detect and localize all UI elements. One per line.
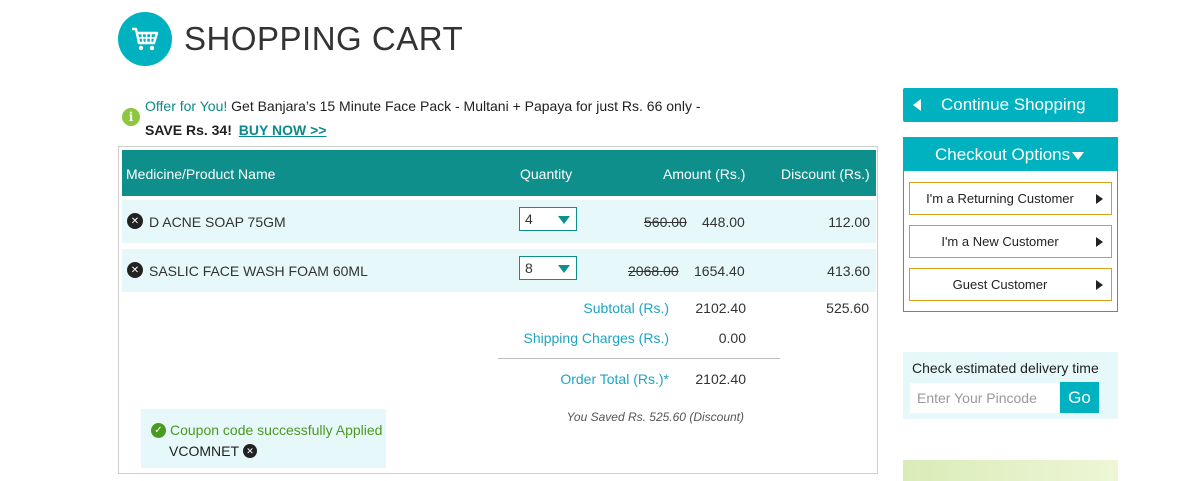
- table-header: Medicine/Product Name Quantity Amount (R…: [122, 150, 876, 196]
- new-customer-button[interactable]: I'm a New Customer: [909, 225, 1112, 258]
- coupon-status: ✓ Coupon code successfully Applied: [151, 422, 382, 438]
- chevron-down-icon: [558, 265, 570, 273]
- continue-shopping-label: Continue Shopping: [941, 95, 1086, 114]
- checkout-options-header[interactable]: Checkout Options: [904, 138, 1117, 171]
- coupon-code-text: VCOMNET: [169, 443, 239, 459]
- page-header: SHOPPING CART: [118, 12, 463, 66]
- remove-item-icon[interactable]: ✕: [127, 213, 143, 229]
- play-arrow-icon: [1096, 194, 1103, 204]
- promo-banner[interactable]: [903, 460, 1118, 481]
- quantity-select[interactable]: 8: [519, 256, 577, 280]
- item-discount: 112.00: [828, 214, 870, 230]
- savings-text: You Saved Rs. 525.60 (Discount): [566, 410, 744, 424]
- header-amount: Amount (Rs.): [663, 166, 746, 182]
- remove-item-icon[interactable]: ✕: [127, 262, 143, 278]
- delivery-title: Check estimated delivery time: [912, 360, 1099, 376]
- discounted-price: 448.00: [702, 214, 745, 230]
- option-label: I'm a Returning Customer: [926, 191, 1074, 206]
- chevron-down-icon: [1072, 152, 1084, 160]
- chevron-left-icon: [913, 99, 921, 111]
- continue-shopping-button[interactable]: Continue Shopping: [903, 88, 1118, 122]
- discounted-price: 1654.40: [694, 263, 745, 279]
- subtotal-value: 2102.40: [695, 300, 746, 316]
- checkout-options: Checkout Options I'm a Returning Custome…: [903, 137, 1118, 312]
- guest-customer-button[interactable]: Guest Customer: [909, 268, 1112, 301]
- header-discount: Discount (Rs.): [781, 166, 870, 182]
- offer-banner: i Offer for You! Get Banjara’s 15 Minute…: [122, 94, 822, 142]
- offer-text: Offer for You! Get Banjara’s 15 Minute F…: [145, 94, 701, 142]
- subtotal-label: Subtotal (Rs.): [583, 300, 669, 316]
- check-icon: ✓: [151, 422, 166, 438]
- quantity-value: 4: [525, 211, 533, 227]
- go-button[interactable]: Go: [1060, 382, 1099, 413]
- delivery-check: Check estimated delivery time Go: [903, 352, 1118, 419]
- option-label: I'm a New Customer: [941, 234, 1059, 249]
- quantity-select[interactable]: 4: [519, 207, 577, 231]
- chevron-down-icon: [558, 216, 570, 224]
- pincode-input[interactable]: [910, 383, 1059, 413]
- original-price: 560.00: [644, 214, 687, 230]
- order-total-value: 2102.40: [695, 371, 746, 387]
- cart-table: Medicine/Product Name Quantity Amount (R…: [118, 146, 878, 474]
- header-quantity: Quantity: [520, 166, 573, 182]
- original-price: 2068.00: [628, 263, 679, 279]
- product-name: SASLIC FACE WASH FOAM 60ML: [149, 263, 368, 279]
- page-title: SHOPPING CART: [184, 20, 464, 57]
- shipping-value: 0.00: [718, 330, 746, 346]
- play-arrow-icon: [1096, 237, 1103, 247]
- option-label: Guest Customer: [952, 277, 1048, 292]
- product-name: D ACNE SOAP 75GM: [149, 214, 286, 230]
- coupon-box: ✓ Coupon code successfully Applied VCOMN…: [141, 409, 386, 468]
- shopping-cart-icon: [118, 12, 172, 66]
- offer-save: SAVE Rs. 34!: [145, 122, 232, 138]
- shipping-label: Shipping Charges (Rs.): [523, 330, 669, 346]
- summary-divider: [498, 358, 780, 359]
- coupon-status-text: Coupon code successfully Applied: [170, 422, 383, 438]
- quantity-value: 8: [525, 260, 533, 276]
- remove-coupon-icon[interactable]: ✕: [243, 444, 257, 458]
- item-discount: 413.60: [827, 263, 870, 279]
- subtotal-discount: 525.60: [826, 300, 869, 316]
- info-icon: i: [122, 108, 140, 126]
- offer-description: Get Banjara’s 15 Minute Face Pack - Mult…: [227, 98, 701, 114]
- coupon-code: VCOMNET ✕: [169, 443, 257, 459]
- table-row: ✕ D ACNE SOAP 75GM 4 560.00 448.00 112.0…: [122, 200, 876, 243]
- buy-now-link[interactable]: BUY NOW >>: [239, 122, 327, 138]
- header-product: Medicine/Product Name: [126, 166, 276, 182]
- play-arrow-icon: [1096, 280, 1103, 290]
- offer-highlight: Offer for You!: [145, 98, 228, 114]
- returning-customer-button[interactable]: I'm a Returning Customer: [909, 182, 1112, 215]
- checkout-options-title: Checkout Options: [935, 145, 1071, 164]
- order-total-label: Order Total (Rs.)*: [560, 371, 669, 387]
- table-row: ✕ SASLIC FACE WASH FOAM 60ML 8 2068.00 1…: [122, 249, 876, 292]
